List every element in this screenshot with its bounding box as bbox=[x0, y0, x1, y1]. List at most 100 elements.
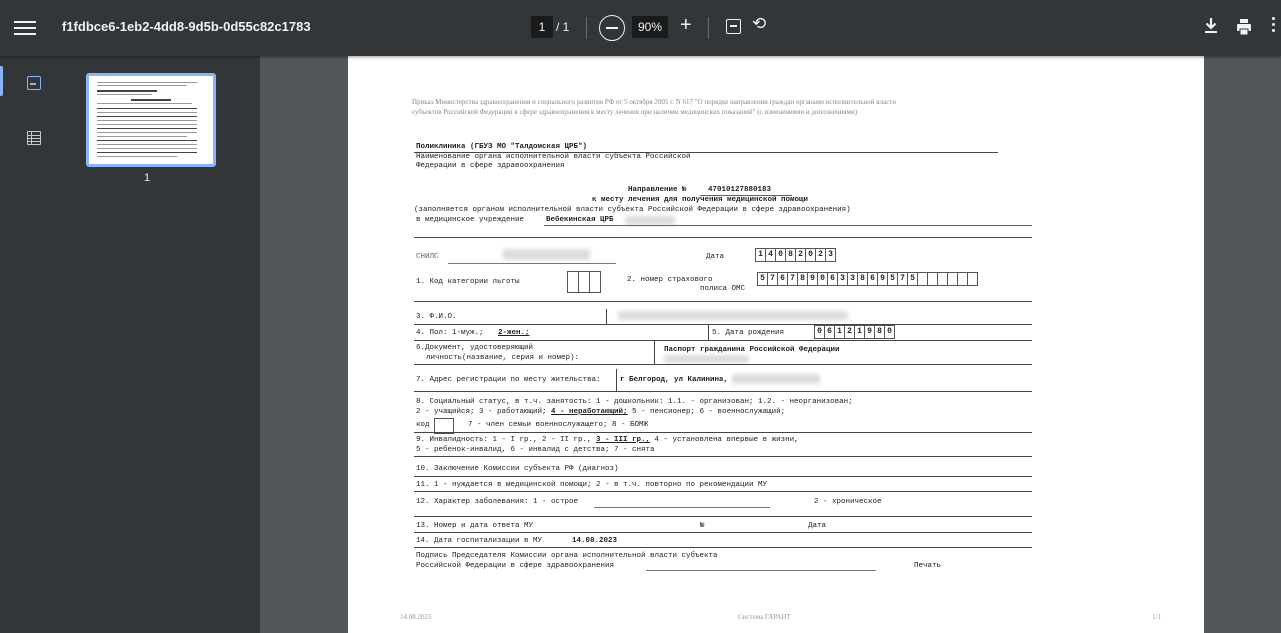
signature-line: Российской Федерации в сфере здравоохран… bbox=[416, 562, 615, 570]
footer-pages: 1/1 bbox=[1152, 613, 1161, 621]
direction-title: Направление № bbox=[628, 186, 687, 194]
disability-line: 9. Инвалидность: 1 - I гр., 2 - II гр., … bbox=[416, 436, 799, 444]
divider bbox=[414, 364, 1032, 365]
menu-icon[interactable] bbox=[14, 18, 36, 38]
policy-digit-boxes: 5767890633869575 bbox=[757, 272, 978, 286]
birth-digit-boxes: 06121980 bbox=[814, 325, 895, 339]
toolbar-divider bbox=[586, 17, 587, 39]
divider bbox=[708, 324, 709, 340]
pdf-page: Приказ Министерства здравоохранения и со… bbox=[348, 56, 1204, 633]
fio-label: 3. Ф.И.О. bbox=[416, 313, 457, 321]
redacted-fio bbox=[618, 311, 848, 320]
hospitalization-date-label: 14. Дата госпитализации в МУ bbox=[416, 537, 543, 545]
page-thumbnail[interactable] bbox=[86, 73, 216, 167]
policy-label: 2. номер страхового bbox=[627, 276, 713, 284]
answer-number-label: 13. Номер и дата ответа МУ bbox=[416, 522, 534, 530]
rotate-icon[interactable]: ⟲ bbox=[752, 14, 766, 34]
commission-conclusion: 10. Заключение Комиссии субъекта РФ (диа… bbox=[416, 465, 619, 473]
disease-character: 12. Характер заболевания: 1 - острое bbox=[416, 498, 579, 506]
social-status-line: 8. Социальный статус, в т.ч. занятость: … bbox=[416, 398, 853, 406]
zoom-in-icon[interactable]: + bbox=[680, 14, 692, 37]
date-label: Дата bbox=[706, 253, 725, 261]
med-institution-value: Вебекинская ЦРБ bbox=[546, 216, 614, 224]
document-title: f1fdbce6-1eb2-4dd8-9d5b-0d55c82c1783 bbox=[62, 19, 311, 34]
footer-date: 14.08.2023 bbox=[400, 613, 432, 621]
disease-character: 2 - хроническое bbox=[814, 498, 882, 506]
page-number-input[interactable]: 1 bbox=[531, 16, 553, 38]
divider bbox=[544, 225, 1032, 226]
divider bbox=[414, 237, 1032, 238]
sex-label: 4. Пол: 1-муж.; bbox=[416, 329, 484, 337]
sidebar-rail bbox=[0, 56, 60, 633]
direction-subtitle: к месту лечения для получения медицинско… bbox=[592, 196, 809, 204]
thumbnail-sidebar: 1 bbox=[0, 56, 260, 633]
id-doc-label: личность(название, серия и номер): bbox=[426, 354, 580, 362]
care-need: 11. 1 - нуждается в медицинской помощи; … bbox=[416, 481, 768, 489]
divider bbox=[414, 301, 1032, 302]
redacted bbox=[625, 216, 675, 225]
social-status-line: 7 - член семьи военнослужащего; 8 - БОМЖ bbox=[468, 421, 649, 429]
divider bbox=[616, 369, 617, 391]
answer-date-label: Дата bbox=[808, 522, 827, 530]
id-doc-label: 6.Документ, удостоверяющий bbox=[416, 344, 534, 352]
divider bbox=[606, 309, 607, 325]
date-digit-boxes: 14082023 bbox=[755, 248, 836, 262]
redacted-address bbox=[732, 374, 820, 384]
zoom-input[interactable]: 90% bbox=[632, 16, 668, 38]
divider bbox=[594, 507, 770, 508]
stamp-label: Печать bbox=[914, 562, 942, 570]
document-header: Приказ Министерства здравоохранения и со… bbox=[412, 97, 1112, 117]
social-status-line: 2 - учащийся; 3 - работающий; 4 - нерабо… bbox=[416, 408, 786, 416]
hospitalization-date-value: 14.08.2023 bbox=[572, 537, 618, 545]
fill-note: (заполняется органом исполнительной влас… bbox=[414, 206, 851, 214]
pdf-toolbar: f1fdbce6-1eb2-4dd8-9d5b-0d55c82c1783 1 /… bbox=[0, 0, 1281, 56]
divider bbox=[414, 491, 1032, 492]
page-count: / 1 bbox=[556, 20, 570, 34]
more-actions-icon[interactable] bbox=[1272, 17, 1278, 37]
divider bbox=[448, 263, 616, 264]
id-doc-value: Паспорт гражданина Российской Федерации bbox=[664, 346, 840, 354]
divider bbox=[414, 456, 1032, 457]
divider bbox=[414, 432, 1032, 433]
disability-line: 5 - ребенок-инвалид, 6 - инвалид с детст… bbox=[416, 446, 655, 454]
divider bbox=[414, 476, 1032, 477]
header-line: Приказ Министерства здравоохранения и со… bbox=[412, 98, 896, 106]
direction-number: 47010127880183 bbox=[708, 186, 772, 194]
header-line: субъектов Российской Федерации в сфере з… bbox=[412, 108, 858, 116]
med-institution-label: в медицинское учреждение bbox=[416, 216, 525, 224]
benefit-code-boxes bbox=[567, 271, 601, 293]
address-label: 7. Адрес регистрации по месту жительства… bbox=[416, 376, 601, 384]
digit-box: 0 bbox=[884, 325, 895, 339]
print-icon[interactable] bbox=[1236, 18, 1252, 36]
org-caption: Наименование органа исполнительной власт… bbox=[416, 153, 691, 161]
outline-view-icon[interactable] bbox=[27, 131, 41, 145]
divider bbox=[414, 391, 1032, 392]
active-indicator bbox=[0, 66, 3, 96]
birth-date-label: 5. Дата рождения bbox=[712, 329, 785, 337]
signature-line: Подпись Председателя Комиссии органа исп… bbox=[416, 552, 718, 560]
policy-label: полиса ОМС bbox=[700, 285, 746, 293]
divider bbox=[414, 324, 1032, 325]
fit-page-icon[interactable] bbox=[726, 19, 741, 34]
divider bbox=[414, 532, 1032, 533]
org-caption: Федерации в сфере здравоохранения bbox=[416, 162, 565, 170]
toolbar-divider bbox=[708, 17, 709, 39]
redacted-snils bbox=[503, 249, 590, 260]
download-icon[interactable] bbox=[1203, 16, 1219, 36]
thumbnails-view-icon[interactable] bbox=[27, 76, 41, 90]
benefit-category-label: 1. Код категории льготы bbox=[416, 278, 520, 286]
digit-box: 3 bbox=[825, 248, 836, 262]
divider bbox=[414, 340, 1032, 341]
snils-label: СНИЛС bbox=[416, 253, 439, 261]
digit-box bbox=[967, 272, 978, 286]
answer-number-sign: № bbox=[700, 522, 705, 530]
divider bbox=[414, 516, 1032, 517]
sex-value: 2-жен.; bbox=[498, 329, 530, 337]
zoom-out-icon[interactable] bbox=[599, 15, 625, 41]
address-value: г Белгород, ул Калинина, bbox=[620, 376, 729, 384]
footer-system: Система ГАРАНТ bbox=[738, 613, 791, 621]
redacted-passport bbox=[664, 355, 749, 363]
social-status-code-label: код bbox=[416, 421, 430, 429]
divider bbox=[414, 547, 1032, 548]
divider bbox=[654, 340, 655, 364]
